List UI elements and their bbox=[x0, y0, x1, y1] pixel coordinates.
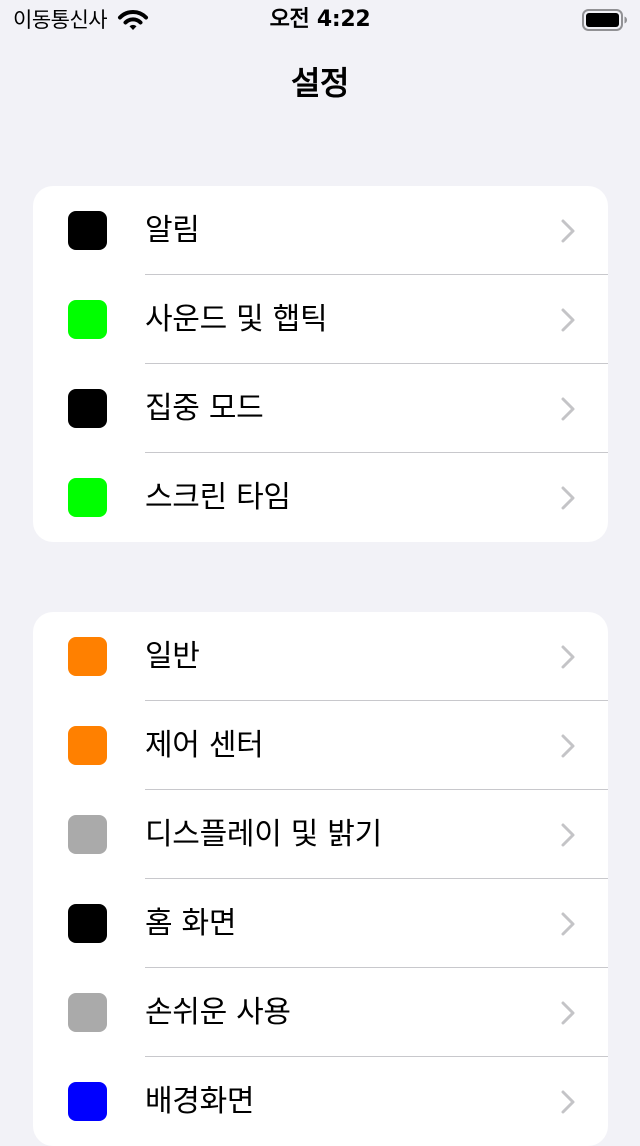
settings-group-2: 일반제어 센터디스플레이 및 밝기홈 화면손쉬운 사용배경화면 bbox=[33, 612, 608, 1146]
general-icon bbox=[68, 637, 107, 676]
settings-row-accessibility[interactable]: 손쉬운 사용 bbox=[33, 968, 608, 1057]
chevron-right-icon bbox=[561, 1090, 575, 1114]
settings-row-wallpaper[interactable]: 배경화면 bbox=[33, 1057, 608, 1146]
settings-row-label: 집중 모드 bbox=[145, 391, 264, 426]
chevron-right-icon bbox=[561, 219, 575, 243]
settings-row-label: 배경화면 bbox=[145, 1084, 255, 1119]
chevron-right-icon bbox=[561, 308, 575, 332]
screen-time-icon bbox=[68, 478, 107, 517]
settings-row-label: 홈 화면 bbox=[145, 906, 237, 941]
settings-row-label: 알림 bbox=[145, 213, 200, 248]
chevron-right-icon bbox=[561, 1001, 575, 1025]
chevron-right-icon bbox=[561, 912, 575, 936]
control-center-icon bbox=[68, 726, 107, 765]
settings-row-label: 일반 bbox=[145, 639, 200, 674]
page-title: 설정 bbox=[291, 64, 349, 102]
settings-row-label: 사운드 및 햅틱 bbox=[145, 302, 328, 337]
status-time: 오전 4:22 bbox=[269, 7, 371, 32]
settings-row-label: 제어 센터 bbox=[145, 728, 264, 763]
settings-row-label: 디스플레이 및 밝기 bbox=[145, 817, 382, 852]
status-bar: 이동통신사 오전 4:22 bbox=[0, 0, 640, 40]
chevron-right-icon bbox=[561, 734, 575, 758]
chevron-right-icon bbox=[561, 397, 575, 421]
settings-row-focus[interactable]: 집중 모드 bbox=[33, 364, 608, 453]
settings-row-screen-time[interactable]: 스크린 타임 bbox=[33, 453, 608, 542]
settings-row-sounds-haptics[interactable]: 사운드 및 햅틱 bbox=[33, 275, 608, 364]
settings-row-control-center[interactable]: 제어 센터 bbox=[33, 701, 608, 790]
focus-icon bbox=[68, 389, 107, 428]
accessibility-icon bbox=[68, 993, 107, 1032]
display-brightness-icon bbox=[68, 815, 107, 854]
settings-group-1: 알림사운드 및 햅틱집중 모드스크린 타임 bbox=[33, 186, 608, 542]
sounds-haptics-icon bbox=[68, 300, 107, 339]
chevron-right-icon bbox=[561, 486, 575, 510]
settings-row-notifications[interactable]: 알림 bbox=[33, 186, 608, 275]
chevron-right-icon bbox=[561, 645, 575, 669]
settings-row-label: 손쉬운 사용 bbox=[145, 995, 291, 1030]
home-screen-icon bbox=[68, 904, 107, 943]
wallpaper-icon bbox=[68, 1082, 107, 1121]
notifications-icon bbox=[68, 211, 107, 250]
settings-row-display-brightness[interactable]: 디스플레이 및 밝기 bbox=[33, 790, 608, 879]
battery-icon bbox=[582, 9, 627, 31]
settings-row-general[interactable]: 일반 bbox=[33, 612, 608, 701]
settings-row-home-screen[interactable]: 홈 화면 bbox=[33, 879, 608, 968]
chevron-right-icon bbox=[561, 823, 575, 847]
settings-row-label: 스크린 타임 bbox=[145, 480, 291, 515]
